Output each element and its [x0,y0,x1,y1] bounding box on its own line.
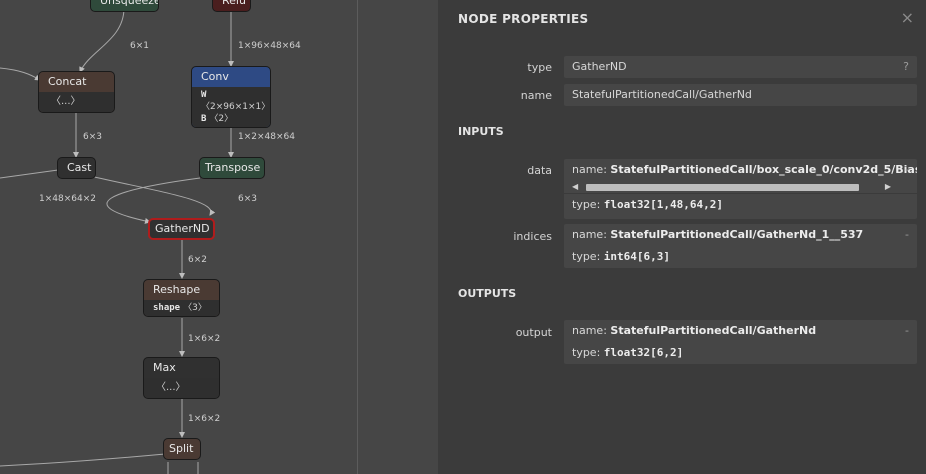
node-conv[interactable]: Conv W 〈2×96×1×1〉 B 〈2〉 [191,66,271,128]
node-cast[interactable]: Cast [57,157,96,179]
node-title: Split [169,442,194,455]
edge-label: 6×3 [83,132,102,142]
node-gathernd[interactable]: GatherND [148,218,215,240]
node-body: 〈...〉 [39,92,114,112]
scroll-left-icon[interactable]: ◀ [572,181,578,193]
type-value: GatherND [572,60,627,73]
edge-label: 1×2×48×64 [238,132,295,142]
output-label: output [515,326,552,339]
node-body: 〈...〉 [144,378,219,398]
input-data-name: StatefulPartitionedCall/box_scale_0/conv… [610,163,917,176]
output-type: float32[6,2] [603,346,684,359]
name-label: name [520,89,552,102]
type-prefix: type: [572,198,601,211]
output-box[interactable]: name: StatefulPartitionedCall/GatherNd -… [564,320,917,364]
node-body: shape 〈3〉 [144,300,219,316]
input-indices-type: int64[6,3] [603,250,671,263]
type-prefix: type: [572,346,601,359]
edge-label: 1×6×2 [188,414,221,424]
attr-w-value: 〈2×96×1×1〉 [201,102,271,112]
name-prefix: name: [572,163,607,176]
node-unsqueeze[interactable]: Unsqueeze [90,0,159,12]
node-title: Conv [201,70,229,83]
input-indices-label: indices [513,230,552,243]
output-type-line: type: float32[6,2] [564,342,917,364]
outputs-section-title: OUTPUTS [458,287,517,300]
node-concat[interactable]: Concat 〈...〉 [38,71,115,113]
node-title: Relu [222,0,246,7]
node-properties-panel: NODE PROPERTIES × type GatherND ? name S… [438,0,926,474]
edge-left-concat [0,67,41,81]
input-data-label: data [527,164,552,177]
expand-toggle[interactable]: - [905,320,909,342]
close-icon[interactable]: × [901,8,914,27]
input-data-type-line: type: float32[1,48,64,2] [564,193,917,216]
node-title: Reshape [153,283,201,296]
expand-toggle[interactable]: - [905,224,909,246]
node-reshape[interactable]: Reshape shape 〈3〉 [143,279,220,317]
graph-canvas[interactable]: Unsqueeze Relu Concat 〈...〉 Conv W 〈2×96×… [0,0,438,474]
edge-label: 1×6×2 [188,334,221,344]
node-title: Unsqueeze [100,0,159,7]
node-split[interactable]: Split [163,438,201,460]
name-value: StatefulPartitionedCall/GatherNd [572,88,752,101]
scroll-thumb[interactable] [586,184,859,191]
type-prefix: type: [572,250,601,263]
node-relu[interactable]: Relu [212,0,251,12]
attr-b-label: B [201,114,207,124]
inputs-section-title: INPUTS [458,125,504,138]
name-prefix: name: [572,324,607,337]
node-title: GatherND [155,222,210,235]
edge-label: 6×2 [188,255,207,265]
node-title: Max [153,361,176,374]
edge-split-out-1 [0,453,166,467]
input-data-box[interactable]: name: StatefulPartitionedCall/box_scale_… [564,159,917,219]
type-label: type [527,61,552,74]
output-name: StatefulPartitionedCall/GatherNd [610,324,817,337]
input-indices-name-line: name: StatefulPartitionedCall/GatherNd_1… [564,224,917,246]
edge-unsqueeze-concat [79,7,125,73]
edge-label: 1×96×48×64 [238,41,301,51]
type-value-box: GatherND ? [564,56,917,78]
node-title: Cast [67,161,92,174]
attr-shape-label: shape [153,303,181,313]
graph-scrollbar[interactable] [357,0,358,474]
expand-toggle[interactable]: - [905,159,909,181]
edge-cast-gathernd [89,175,216,216]
node-title: Transpose [205,161,261,174]
edge-label: 1×48×64×2 [39,194,96,204]
node-max[interactable]: Max 〈...〉 [143,357,220,399]
edge-label: 6×3 [238,194,257,204]
name-value-box: StatefulPartitionedCall/GatherNd [564,84,917,106]
attr-shape-value: 〈3〉 [183,303,207,313]
node-body: W 〈2×96×1×1〉 B 〈2〉 [192,87,270,127]
output-name-line: name: StatefulPartitionedCall/GatherNd [564,320,917,342]
scroll-right-icon[interactable]: ▶ [885,181,891,193]
node-transpose[interactable]: Transpose [199,157,265,179]
name-prefix: name: [572,228,607,241]
edge-transpose-gathernd [106,177,201,224]
edge-left-cast [0,169,59,179]
horizontal-scrollbar[interactable]: ◀ ▶ [572,181,909,193]
attr-b-value: 〈2〉 [209,114,234,124]
help-icon[interactable]: ? [903,56,909,78]
input-data-type: float32[1,48,64,2] [603,198,723,211]
input-indices-type-line: type: int64[6,3] [564,246,917,268]
attr-w-label: W [201,90,207,100]
input-indices-name: StatefulPartitionedCall/GatherNd_1__537 [610,228,864,241]
input-data-name-line: name: StatefulPartitionedCall/box_scale_… [564,159,917,181]
edge-label: 6×1 [130,41,149,51]
panel-title: NODE PROPERTIES [458,12,589,26]
node-title: Concat [48,75,87,88]
input-indices-box[interactable]: name: StatefulPartitionedCall/GatherNd_1… [564,224,917,268]
